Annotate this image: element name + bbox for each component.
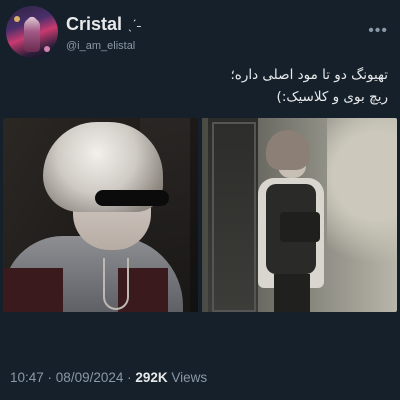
photo-left[interactable] bbox=[3, 118, 198, 312]
avatar-figure bbox=[24, 18, 40, 52]
more-icon[interactable]: ••• bbox=[368, 22, 388, 40]
display-name[interactable]: Cristal bbox=[66, 14, 122, 35]
views-count: 292K bbox=[135, 370, 168, 385]
tweet-line: ریچ بوی و کلاسیک:) bbox=[276, 89, 388, 105]
avatar-light bbox=[44, 46, 50, 52]
necklace bbox=[103, 258, 129, 310]
meta-separator: · bbox=[43, 370, 56, 385]
sunglasses bbox=[95, 190, 169, 206]
photo-right[interactable] bbox=[202, 118, 397, 312]
avatar[interactable] bbox=[6, 6, 58, 58]
views-label: Views bbox=[167, 370, 208, 385]
hair bbox=[266, 130, 310, 170]
tweet-meta: 10:47 · 08/09/2024 · 292K Views bbox=[10, 370, 207, 385]
name-row: Cristal ˎˊ˗ bbox=[66, 14, 141, 35]
books bbox=[280, 212, 320, 242]
jacket bbox=[3, 268, 63, 312]
tweet-header: Cristal ˎˊ˗ @i_am_elistal ••• bbox=[6, 6, 390, 66]
avatar-light bbox=[14, 16, 20, 22]
tweet-text: تهیونگ دو تا مود اصلی داره؛ ریچ بوی و کل… bbox=[28, 64, 388, 108]
user-handle[interactable]: @i_am_elistal bbox=[66, 40, 135, 52]
trousers bbox=[274, 274, 310, 312]
door-frame bbox=[212, 122, 256, 312]
tree-blossoms bbox=[327, 118, 397, 312]
media-grid bbox=[3, 118, 397, 312]
meta-separator: · bbox=[123, 370, 136, 385]
sparkle-icon: ˎˊ˗ bbox=[128, 17, 142, 32]
tweet-date[interactable]: 08/09/2024 bbox=[56, 370, 124, 385]
tweet-time[interactable]: 10:47 bbox=[10, 370, 44, 385]
tweet-line: تهیونگ دو تا مود اصلی داره؛ bbox=[230, 67, 388, 83]
